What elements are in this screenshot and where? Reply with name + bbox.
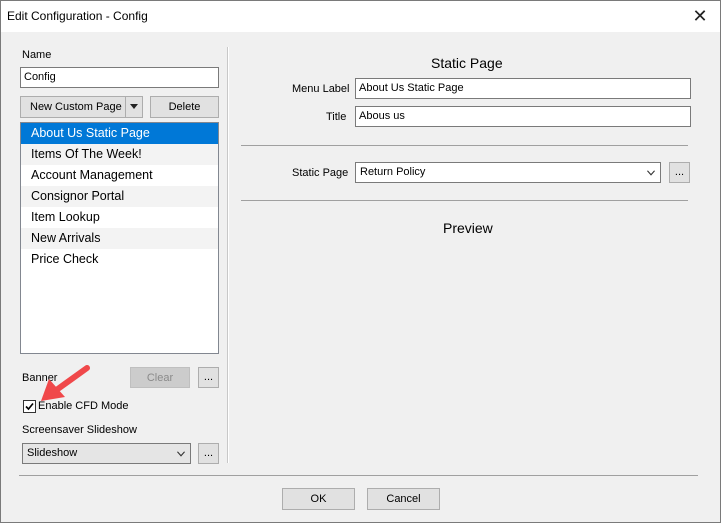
- new-custom-page-label: New Custom Page: [30, 101, 122, 113]
- list-item[interactable]: New Arrivals: [21, 228, 218, 249]
- title-label: Title: [326, 111, 347, 123]
- name-label: Name: [22, 49, 52, 61]
- static-page-value: Return Policy: [360, 166, 426, 178]
- new-custom-page-button[interactable]: New Custom Page: [20, 96, 143, 118]
- banner-browse-button[interactable]: ...: [198, 367, 219, 388]
- screensaver-label: Screensaver Slideshow: [22, 424, 137, 436]
- chevron-down-icon: [647, 170, 655, 176]
- split-divider: [125, 97, 126, 117]
- divider: [241, 200, 688, 201]
- cancel-button[interactable]: Cancel: [367, 488, 440, 510]
- menu-label-label: Menu Label: [292, 83, 350, 95]
- static-page-browse-button[interactable]: ...: [669, 162, 690, 183]
- static-page-select[interactable]: Return Policy: [355, 162, 661, 183]
- list-item[interactable]: Account Management: [21, 165, 218, 186]
- custom-pages-list[interactable]: About Us Static Page Items Of The Week! …: [20, 122, 219, 354]
- dropdown-arrow-icon[interactable]: [129, 104, 139, 110]
- title-field[interactable]: Abous us: [355, 106, 691, 127]
- static-page-heading: Static Page: [431, 55, 503, 71]
- list-item[interactable]: About Us Static Page: [21, 123, 218, 144]
- divider: [241, 145, 688, 146]
- chevron-down-icon: [177, 451, 185, 457]
- red-arrow-icon: [41, 365, 90, 401]
- screensaver-value: Slideshow: [27, 447, 78, 459]
- list-item[interactable]: Items Of The Week!: [21, 144, 218, 165]
- static-page-label: Static Page: [292, 167, 349, 179]
- list-item[interactable]: Price Check: [21, 249, 218, 270]
- ok-button[interactable]: OK: [282, 488, 355, 510]
- close-icon[interactable]: ✕: [688, 4, 712, 28]
- pane-divider: [227, 47, 229, 463]
- delete-button[interactable]: Delete: [150, 96, 219, 118]
- screensaver-browse-button[interactable]: ...: [198, 443, 219, 464]
- window-title: Edit Configuration - Config: [7, 9, 148, 23]
- name-field[interactable]: Config: [20, 67, 219, 88]
- list-item[interactable]: Item Lookup: [21, 207, 218, 228]
- footer-divider: [19, 475, 698, 476]
- screensaver-select[interactable]: Slideshow: [22, 443, 191, 464]
- edit-configuration-dialog: Edit Configuration - Config ✕ Name Confi…: [0, 0, 721, 523]
- clear-button[interactable]: Clear: [130, 367, 190, 388]
- checkmark-icon: [25, 402, 34, 411]
- preview-heading: Preview: [443, 220, 493, 236]
- list-item[interactable]: Consignor Portal: [21, 186, 218, 207]
- title-bar: Edit Configuration - Config ✕: [1, 1, 720, 32]
- menu-label-field[interactable]: About Us Static Page: [355, 78, 691, 99]
